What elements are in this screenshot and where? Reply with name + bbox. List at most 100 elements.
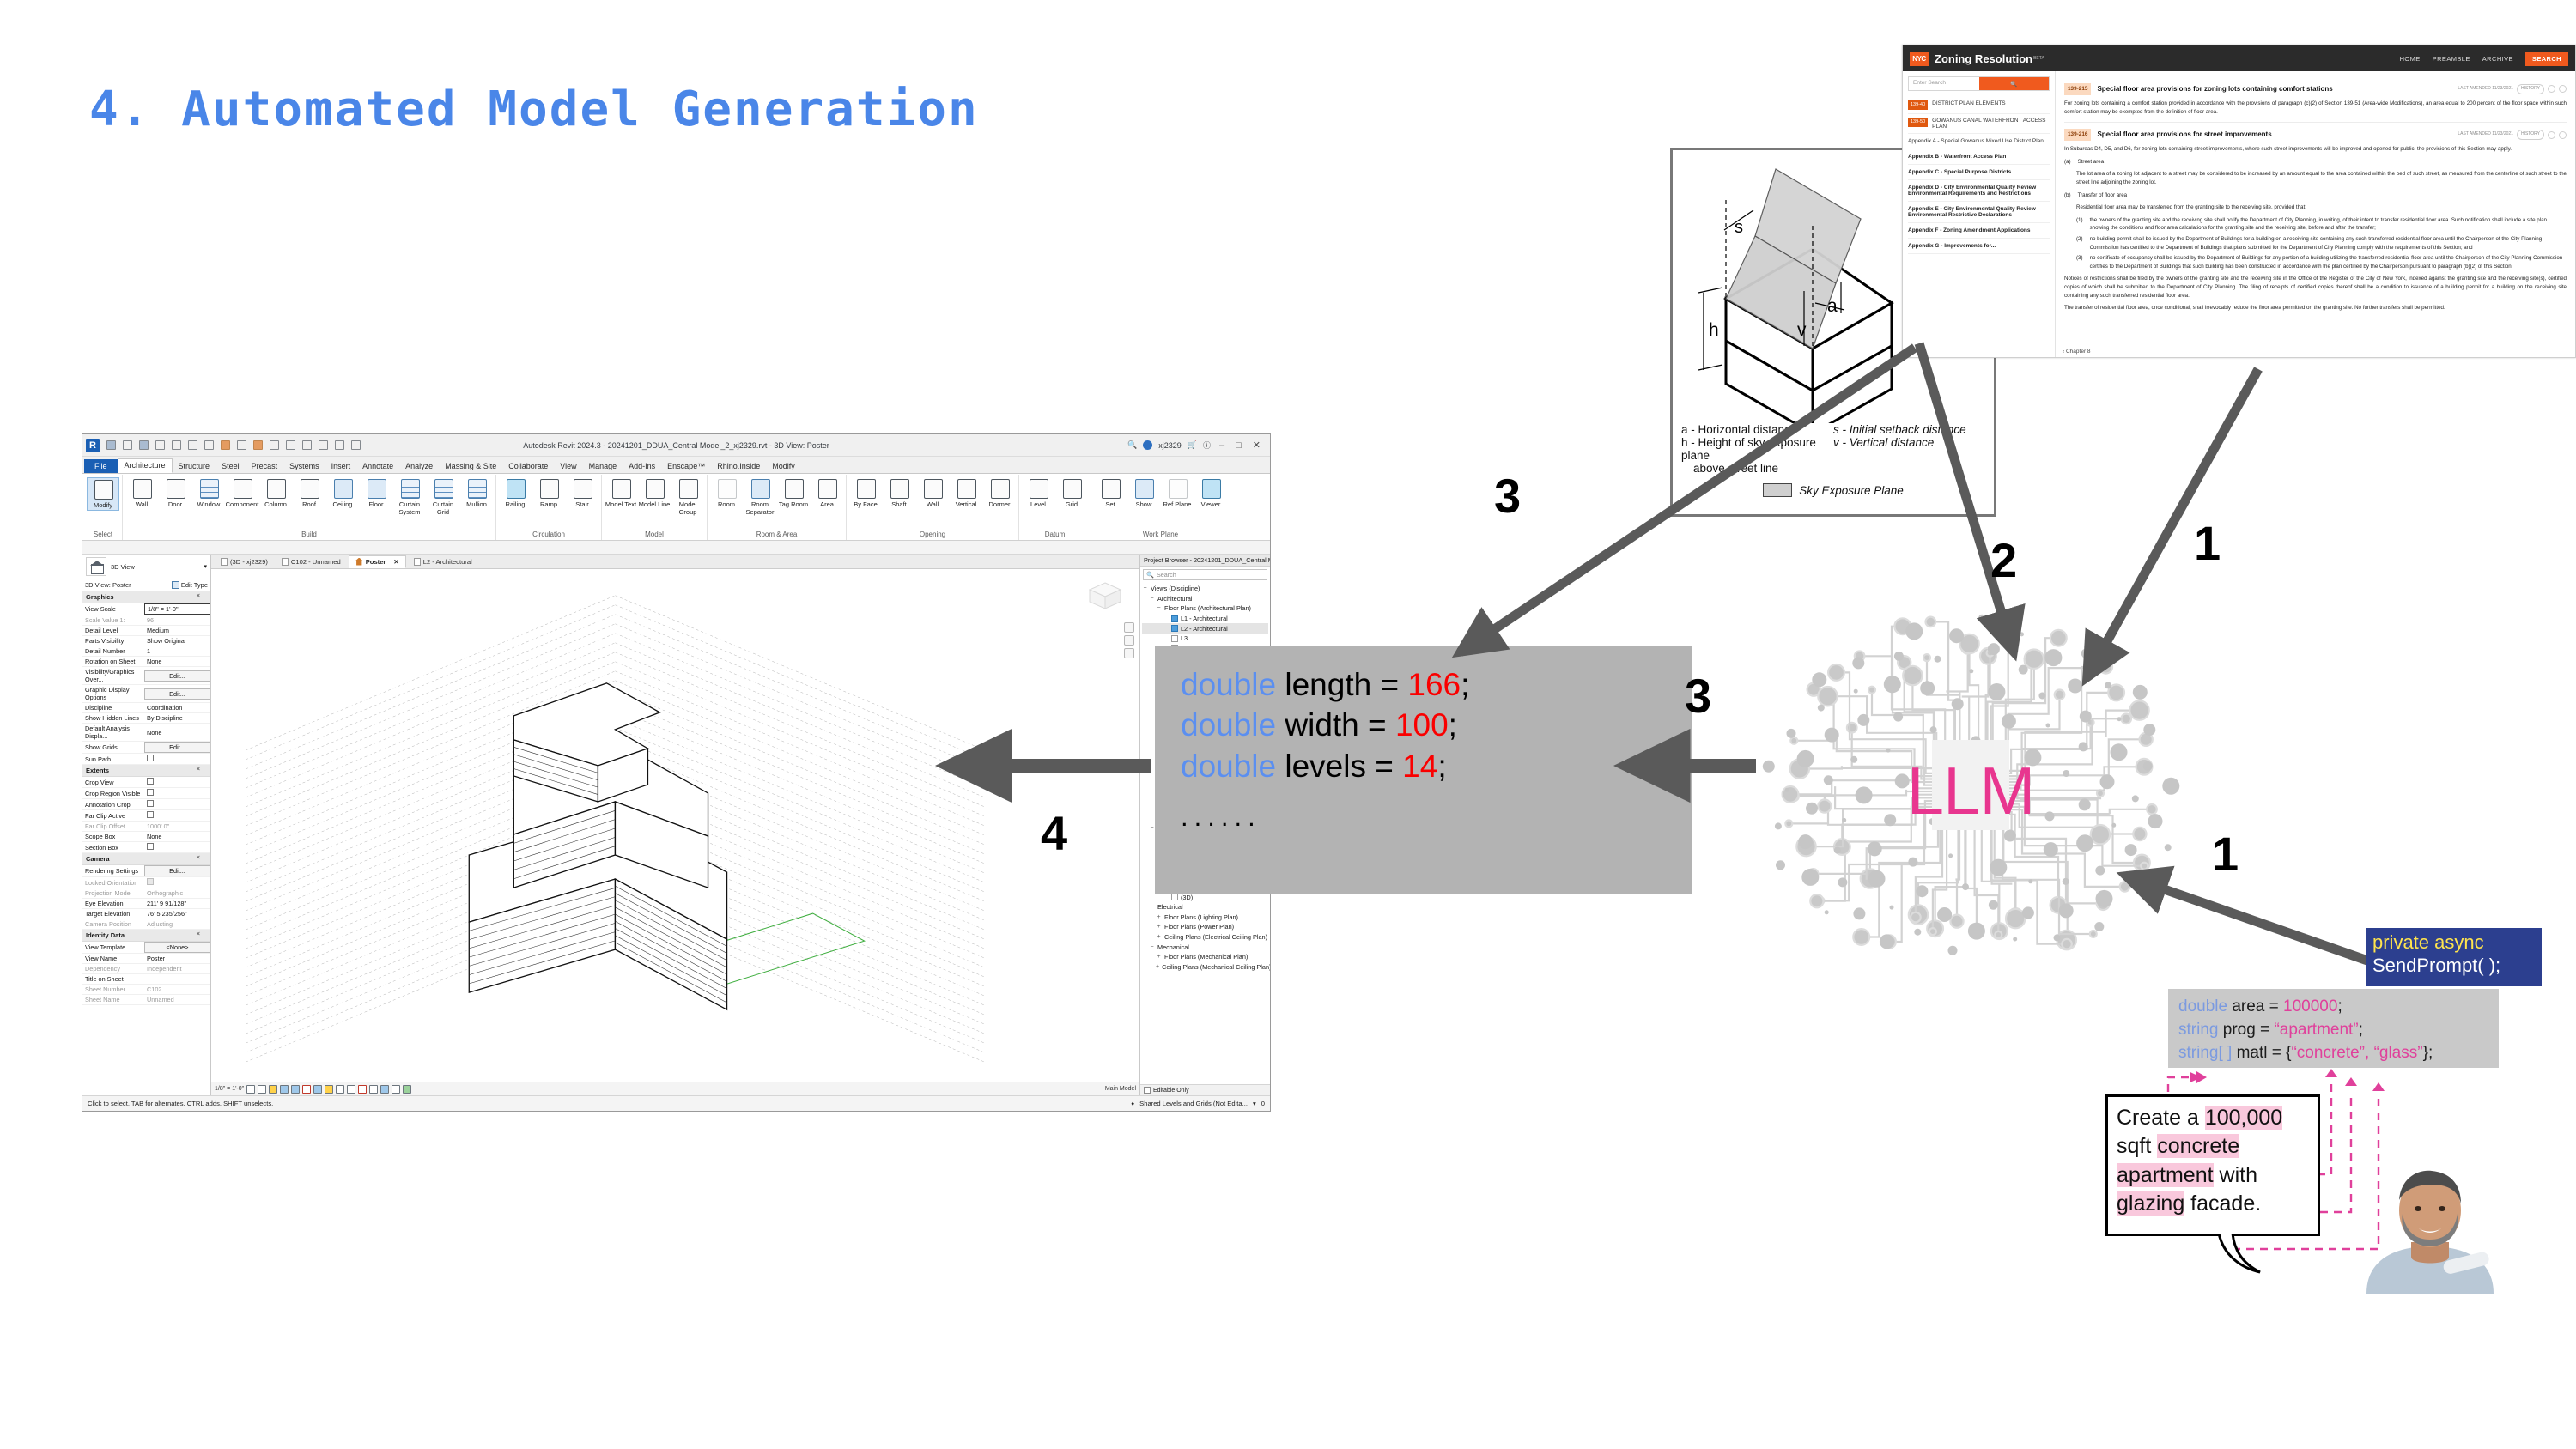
- property-value[interactable]: Edit...: [144, 865, 210, 876]
- crop-region-icon[interactable]: [313, 1084, 323, 1094]
- download-icon[interactable]: [2548, 85, 2555, 94]
- view-scale-label[interactable]: 1/8" = 1'-0": [215, 1086, 244, 1092]
- model-canvas[interactable]: [211, 569, 1139, 1082]
- history-button[interactable]: HISTORY: [2516, 84, 2544, 94]
- search-icon[interactable]: 🔍: [1127, 440, 1137, 450]
- property-row[interactable]: Detail Number 1: [82, 646, 210, 657]
- help-icon[interactable]: ⓘ: [1203, 440, 1211, 451]
- close-button[interactable]: ✕: [1250, 440, 1263, 451]
- property-row[interactable]: Scope Box None: [82, 832, 210, 842]
- ribbon-tab-steel[interactable]: Steel: [216, 460, 246, 473]
- ribbon-button-shaft[interactable]: Shaft: [883, 477, 915, 509]
- ribbon-tab-view[interactable]: View: [554, 460, 582, 473]
- nav-preamble[interactable]: PREAMBLE: [2433, 55, 2470, 63]
- lock-3d-view-icon[interactable]: [325, 1084, 334, 1094]
- property-row[interactable]: Detail Level Medium: [82, 626, 210, 636]
- home-icon[interactable]: [105, 439, 118, 452]
- tree-node[interactable]: − Electrical: [1142, 902, 1268, 912]
- view-control-bar[interactable]: 1/8" = 1'-0" Main Model: [211, 1082, 1139, 1095]
- ribbon-button-room-separator[interactable]: Room Separator: [744, 477, 776, 516]
- property-row[interactable]: Annotation Crop: [82, 799, 210, 810]
- ribbon-button-stair[interactable]: Stair: [566, 477, 598, 509]
- view-tab--3d-xj2329-[interactable]: (3D - xj2329): [215, 556, 274, 567]
- property-value[interactable]: Edit...: [144, 688, 210, 700]
- ribbon-button-door[interactable]: Door: [159, 477, 191, 509]
- ribbon-tab-addins[interactable]: Add-Ins: [623, 460, 661, 473]
- property-checkbox[interactable]: [147, 811, 154, 818]
- property-row[interactable]: Visibility/Graphics Over... Edit...: [82, 667, 210, 685]
- maximize-button[interactable]: □: [1233, 440, 1244, 451]
- property-checkbox[interactable]: [147, 789, 154, 796]
- tree-node[interactable]: L3: [1142, 634, 1268, 644]
- steering-wheel-icon[interactable]: [1124, 622, 1134, 633]
- property-value[interactable]: [144, 842, 210, 852]
- property-row[interactable]: Target Elevation 76' 5 235/256": [82, 909, 210, 919]
- tree-node[interactable]: + Floor Plans (Power Plan): [1142, 922, 1268, 932]
- analytical-model-icon[interactable]: [369, 1084, 379, 1094]
- ribbon-button-model-line[interactable]: Model Line: [638, 477, 671, 509]
- property-row[interactable]: Show Grids Edit...: [82, 742, 210, 754]
- ribbon-button-show[interactable]: Show: [1127, 477, 1160, 509]
- ribbon-button-ceiling[interactable]: Ceiling: [326, 477, 359, 509]
- download-icon[interactable]: [2548, 130, 2555, 139]
- tree-node[interactable]: + Floor Plans (Lighting Plan): [1142, 912, 1268, 923]
- reveal-hidden-icon[interactable]: [347, 1084, 356, 1094]
- sidebar-appendix-a[interactable]: Appendix A - Special Gowanus Mixed Use D…: [1908, 134, 2050, 149]
- expand-icon[interactable]: +: [1156, 924, 1162, 930]
- view-tab-l2-architectural[interactable]: L2 - Architectural: [408, 556, 478, 567]
- collapse-icon[interactable]: ×: [197, 855, 200, 861]
- collapse-icon[interactable]: −: [1149, 944, 1155, 950]
- ribbon-button-level[interactable]: Level: [1022, 477, 1054, 509]
- ribbon-tab-collaborate[interactable]: Collaborate: [502, 460, 554, 473]
- tag-icon[interactable]: [252, 439, 264, 452]
- view-tab-c102-unnamed[interactable]: C102 - Unnamed: [276, 556, 347, 567]
- collapse-icon[interactable]: ×: [197, 767, 200, 773]
- visual-style-icon[interactable]: [258, 1084, 267, 1094]
- ribbon-tab-modify[interactable]: Modify: [766, 460, 801, 473]
- property-row[interactable]: View Scale 1/8" = 1'-0": [82, 603, 210, 615]
- property-value[interactable]: [144, 788, 210, 798]
- ribbon-tab-rhino-inside[interactable]: Rhino.Inside: [711, 460, 766, 473]
- sidebar-link[interactable]: Appendix F - Zoning Amendment Applicatio…: [1908, 223, 2050, 239]
- rendering-dialog-icon[interactable]: [291, 1084, 301, 1094]
- property-row[interactable]: Crop View: [82, 777, 210, 788]
- expand-icon[interactable]: +: [1156, 934, 1162, 940]
- ribbon-button-column[interactable]: Column: [259, 477, 292, 509]
- link-icon[interactable]: [2559, 130, 2567, 139]
- ribbon-tab-structure[interactable]: Structure: [173, 460, 216, 473]
- ribbon-button-wall[interactable]: Wall: [125, 477, 158, 509]
- ribbon-tab-strip[interactable]: File Architecture Structure Steel Precas…: [82, 457, 1270, 474]
- nav-archive[interactable]: ARCHIVE: [2482, 55, 2513, 63]
- section-icon[interactable]: [301, 439, 313, 452]
- view-tab-poster[interactable]: Poster ✕: [348, 555, 406, 568]
- ribbon-button-floor[interactable]: Floor: [360, 477, 392, 509]
- expand-icon[interactable]: +: [1156, 914, 1162, 920]
- sidebar-item-gowanus-waterfront[interactable]: 139-50 GOWANUS CANAL WATERFRONT ACCESS P…: [1908, 114, 2050, 134]
- property-row[interactable]: Sheet Number C102: [82, 985, 210, 995]
- workset-name[interactable]: Shared Levels and Grids (Not Edita...: [1139, 1100, 1248, 1107]
- property-row[interactable]: Title on Sheet: [82, 974, 210, 985]
- undo-icon[interactable]: [170, 439, 183, 452]
- property-row[interactable]: Section Box: [82, 842, 210, 853]
- ribbon-button-viewer[interactable]: Viewer: [1194, 477, 1227, 509]
- worksharing-display-icon[interactable]: [403, 1084, 412, 1094]
- tree-node[interactable]: − Views (Discipline): [1142, 584, 1268, 594]
- nav-home[interactable]: HOME: [2400, 55, 2421, 63]
- edit-type-button[interactable]: Edit Type: [171, 581, 208, 589]
- editable-only-checkbox[interactable]: [1144, 1087, 1151, 1094]
- property-row[interactable]: View Template <None>: [82, 942, 210, 954]
- ribbon-button-curtain-system[interactable]: Curtain System: [393, 477, 426, 516]
- property-value[interactable]: [144, 777, 210, 787]
- minimize-button[interactable]: –: [1217, 440, 1227, 451]
- chapter-nav[interactable]: ‹ Chapter 8: [2063, 349, 2091, 355]
- constraints-icon[interactable]: [380, 1084, 390, 1094]
- search-input[interactable]: Search: [1157, 571, 1176, 579]
- chevron-down-icon[interactable]: ▾: [204, 563, 207, 570]
- detail-level-icon[interactable]: [246, 1084, 256, 1094]
- ribbon-button-grid[interactable]: Grid: [1055, 477, 1088, 509]
- collapse-icon[interactable]: ×: [197, 931, 200, 937]
- property-value[interactable]: [144, 810, 210, 821]
- switch-window-icon[interactable]: [349, 439, 362, 452]
- search-button[interactable]: SEARCH: [2524, 51, 2568, 66]
- tree-node[interactable]: L2 - Architectural: [1142, 623, 1268, 634]
